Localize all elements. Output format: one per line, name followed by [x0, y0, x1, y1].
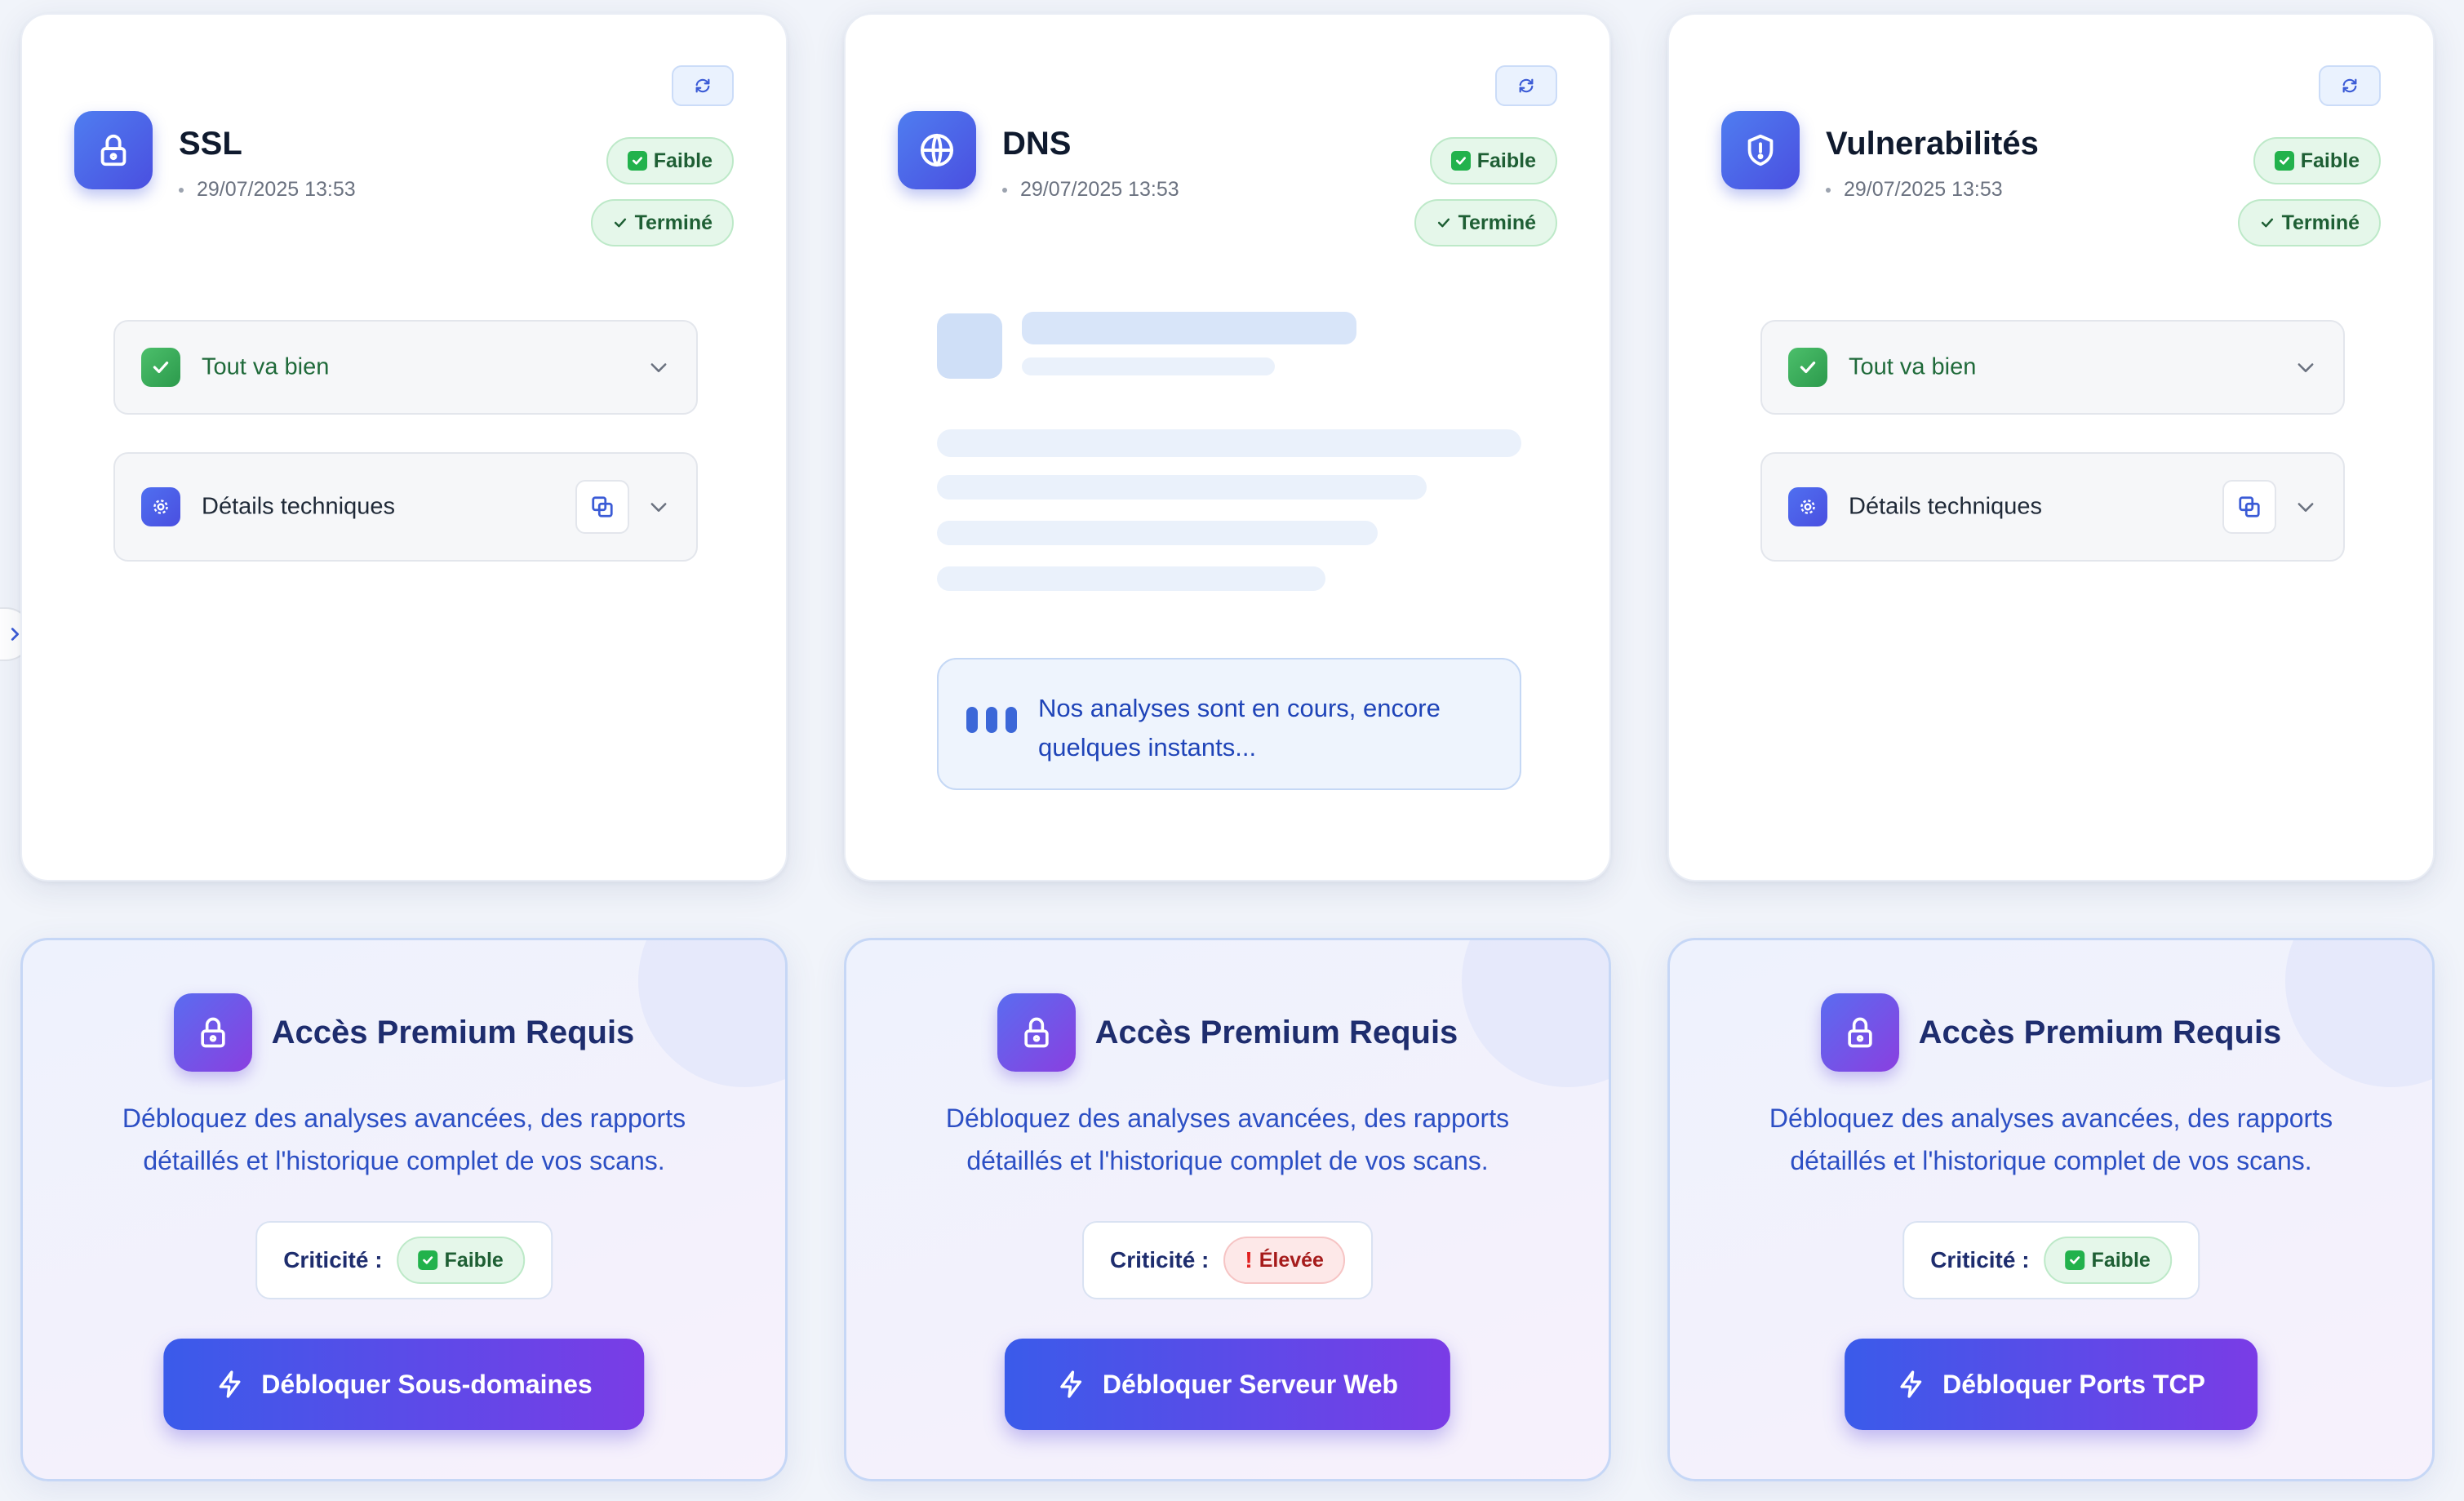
card-title: Vulnerabilités [1826, 126, 2039, 162]
premium-description: Débloquez des analyses avancées, des rap… [122, 1104, 686, 1175]
criticality-badge: Faible [2044, 1237, 2172, 1284]
chevron-down-icon[interactable] [2294, 356, 2317, 379]
criticality-box: Criticité : Faible [1902, 1221, 2200, 1299]
copy-icon [2239, 496, 2260, 517]
lightning-icon [219, 1370, 241, 1398]
loading-message: Nos analyses sont en cours, encore quelq… [1038, 694, 1441, 762]
lightning-icon [1060, 1370, 1082, 1398]
refresh-button[interactable] [2319, 65, 2381, 106]
premium-title: Accès Premium Requis [1094, 1014, 1458, 1050]
lock-icon [74, 111, 153, 189]
scan-card-ssl: SSL 29/07/2025 13:53 Faible Terminé Tout… [20, 13, 788, 882]
level-badge: Faible [606, 137, 734, 184]
check-box-icon [1450, 151, 1471, 171]
card-date: 29/07/2025 13:53 [179, 178, 356, 202]
skeleton-line [937, 429, 1521, 457]
chevron-down-icon[interactable] [647, 356, 670, 379]
check-box-icon [2065, 1250, 2085, 1270]
skeleton-line [937, 566, 1325, 591]
check-icon [1437, 218, 1450, 228]
premium-title: Accès Premium Requis [271, 1014, 635, 1050]
loading-message-box: Nos analyses sont en cours, encore quelq… [937, 658, 1521, 790]
technical-details-accordion[interactable]: Détails techniques [1760, 452, 2345, 562]
level-badge: Faible [2253, 137, 2381, 184]
globe-icon [898, 111, 976, 189]
check-box-icon [418, 1250, 438, 1270]
status-badge: Terminé [1414, 199, 1557, 246]
criticality-badge: ! Élevée [1223, 1237, 1345, 1284]
details-label: Détails techniques [202, 493, 395, 520]
chevron-down-icon[interactable] [647, 495, 670, 518]
gear-icon [141, 487, 180, 526]
unlock-subdomains-button[interactable]: Débloquer Sous-domaines [163, 1339, 645, 1430]
check-icon [2261, 218, 2273, 228]
scan-card-dns: DNS 29/07/2025 13:53 Faible Terminé Nos … [844, 13, 1611, 882]
skeleton-avatar [937, 313, 1002, 379]
exclamation-icon: ! [1245, 1247, 1253, 1272]
lock-icon [173, 993, 252, 1072]
summary-accordion[interactable]: Tout va bien [1760, 320, 2345, 415]
premium-description: Débloquez des analyses avancées, des rap… [945, 1104, 1510, 1175]
lock-icon [1820, 993, 1899, 1072]
details-label: Détails techniques [1849, 493, 2042, 520]
unlock-tcp-ports-button[interactable]: Débloquer Ports TCP [1845, 1339, 2258, 1430]
copy-button[interactable] [575, 480, 629, 534]
shield-icon [1721, 111, 1800, 189]
skeleton-line [937, 521, 1378, 545]
check-box-icon [627, 151, 647, 171]
summary-accordion[interactable]: Tout va bien [113, 320, 698, 415]
skeleton-line [937, 475, 1427, 500]
premium-card-webserver: Accès Premium Requis Débloquez des analy… [844, 938, 1611, 1481]
criticality-label: Criticité : [1930, 1247, 2030, 1272]
check-icon [1788, 348, 1827, 387]
premium-card-subdomains: Accès Premium Requis Débloquez des analy… [20, 938, 788, 1481]
check-icon [141, 348, 180, 387]
criticality-label: Criticité : [283, 1247, 383, 1272]
refresh-icon [1519, 78, 1534, 93]
skeleton-line [1022, 357, 1275, 375]
technical-details-accordion[interactable]: Détails techniques [113, 452, 698, 562]
loading-bars-icon [966, 707, 1017, 733]
card-date: 29/07/2025 13:53 [1002, 178, 1179, 202]
premium-description: Débloquez des analyses avancées, des rap… [1769, 1104, 2333, 1175]
card-date: 29/07/2025 13:53 [1826, 178, 2003, 202]
lock-icon [997, 993, 1076, 1072]
premium-title: Accès Premium Requis [1918, 1014, 2282, 1050]
criticality-badge: Faible [397, 1237, 525, 1284]
refresh-icon [695, 78, 710, 93]
unlock-webserver-button[interactable]: Débloquer Serveur Web [1004, 1339, 1451, 1430]
refresh-icon [2342, 78, 2357, 93]
copy-button[interactable] [2222, 480, 2276, 534]
scan-card-vulnerabilities: Vulnerabilités 29/07/2025 13:53 Faible T… [1667, 13, 2435, 882]
card-title: DNS [1002, 126, 1072, 162]
chevron-down-icon[interactable] [2294, 495, 2317, 518]
summary-label: Tout va bien [202, 353, 330, 380]
level-badge: Faible [1429, 137, 1557, 184]
check-box-icon [2274, 151, 2294, 171]
check-icon [614, 218, 626, 228]
status-badge: Terminé [590, 199, 734, 246]
premium-card-tcp-ports: Accès Premium Requis Débloquez des analy… [1667, 938, 2435, 1481]
criticality-box: Criticité : ! Élevée [1082, 1221, 1373, 1299]
refresh-button[interactable] [672, 65, 734, 106]
criticality-label: Criticité : [1110, 1247, 1210, 1272]
skeleton-line [1022, 312, 1356, 344]
summary-label: Tout va bien [1849, 353, 1977, 380]
gear-icon [1788, 487, 1827, 526]
copy-icon [592, 496, 613, 517]
criticality-box: Criticité : Faible [255, 1221, 553, 1299]
card-title: SSL [179, 126, 242, 162]
lightning-icon [1900, 1370, 1922, 1398]
refresh-button[interactable] [1495, 65, 1557, 106]
status-badge: Terminé [2237, 199, 2381, 246]
